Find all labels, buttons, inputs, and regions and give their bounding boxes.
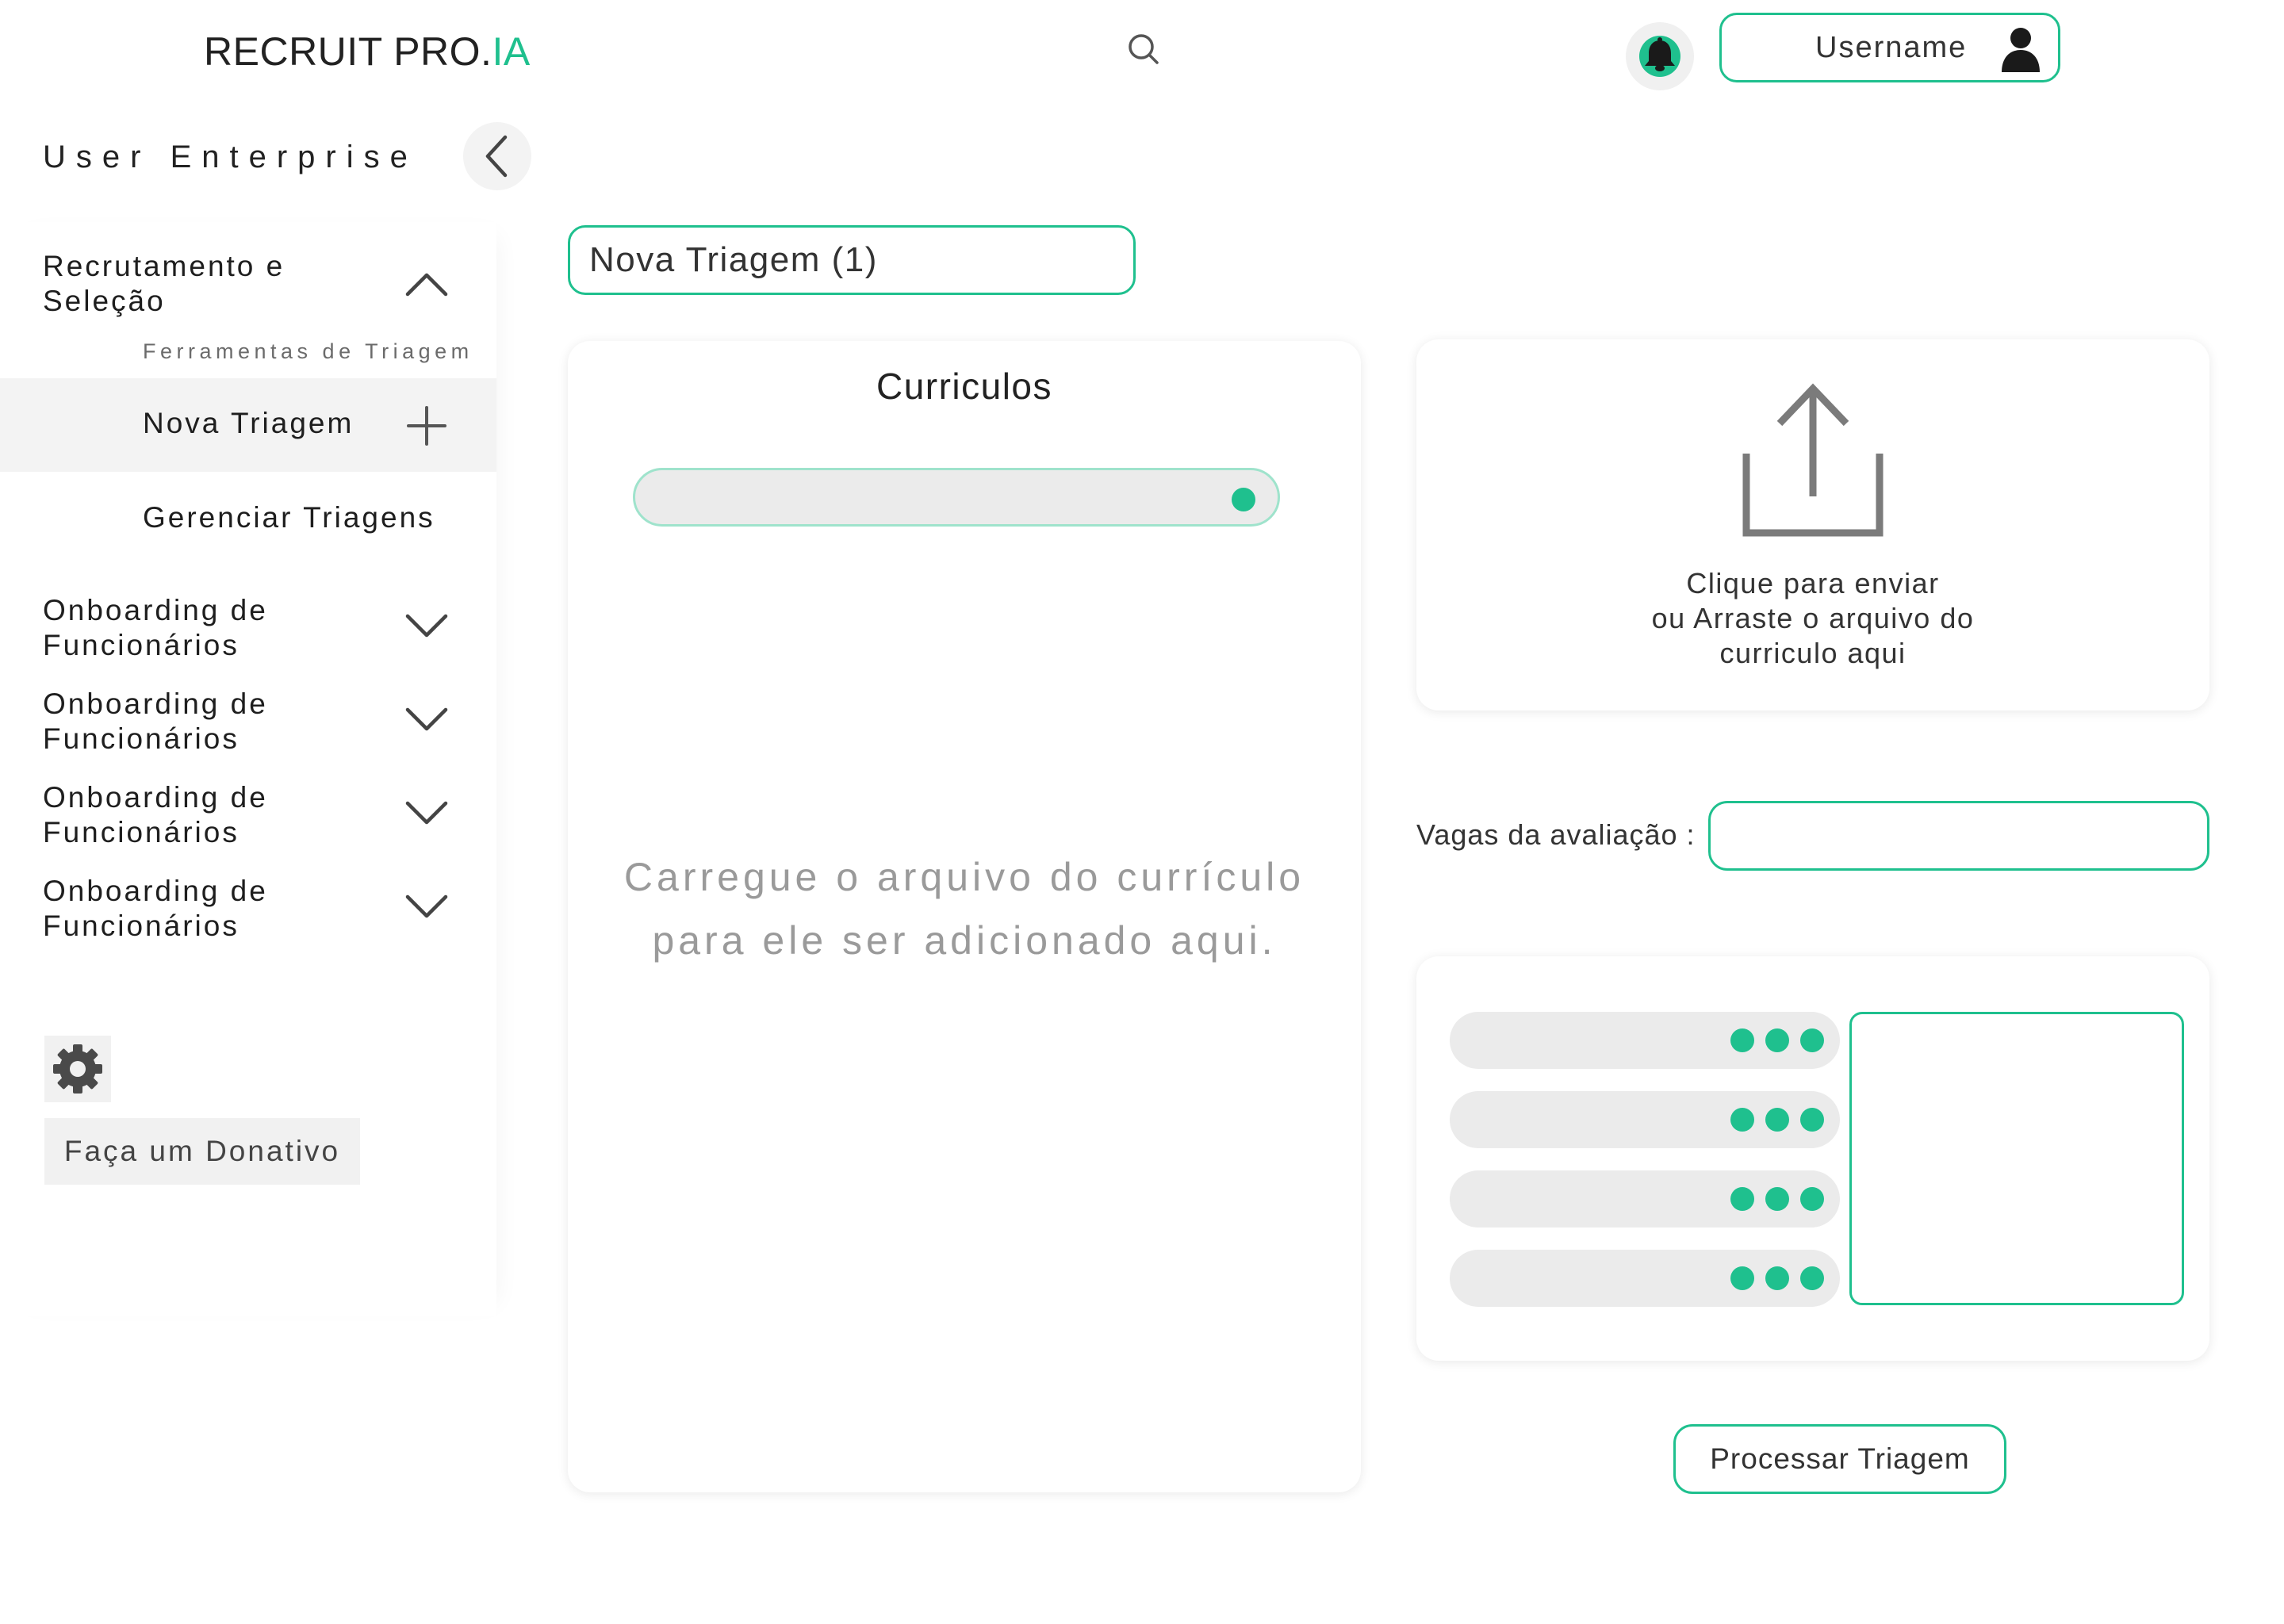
- detail-preview-box: [1849, 1012, 2184, 1305]
- bell-icon: [1639, 36, 1680, 77]
- user-icon: [2002, 28, 2040, 72]
- chevron-left-icon: [485, 135, 508, 178]
- curriculos-empty-text: Carregue o arquivo do currículo para ele…: [568, 845, 1361, 972]
- gear-icon: [53, 1044, 102, 1094]
- status-dot: [1730, 1028, 1754, 1052]
- status-dot: [1800, 1266, 1824, 1290]
- section-expand-toggle[interactable]: [395, 688, 458, 752]
- status-dot: [1765, 1108, 1789, 1132]
- empty-text-line2: para ele ser adicionado aqui.: [652, 918, 1277, 963]
- status-dot: [1730, 1266, 1754, 1290]
- empty-text-line1: Carregue o arquivo do currículo: [623, 855, 1305, 899]
- sidebar-section-recrutamento[interactable]: Recrutamento e Seleção: [43, 249, 285, 319]
- list-item[interactable]: [1450, 1012, 1840, 1069]
- section-title-line2: Funcionários: [43, 816, 240, 848]
- brand-accent: IA: [492, 29, 531, 74]
- chevron-down-icon: [405, 801, 448, 825]
- section-title-line2: Seleção: [43, 285, 166, 317]
- settings-button[interactable]: [44, 1036, 111, 1102]
- sidebar-item-label: Nova Triagem: [143, 407, 354, 439]
- brand-logo: RECRUIT PRO.IA: [204, 29, 531, 75]
- section-title-line2: Funcionários: [43, 910, 240, 942]
- status-dot: [1800, 1187, 1824, 1211]
- section-expand-toggle[interactable]: [395, 782, 458, 845]
- section-title-line1: Onboarding de: [43, 781, 268, 814]
- chevron-up-icon: [405, 273, 448, 297]
- section-expand-toggle[interactable]: [395, 595, 458, 658]
- search-button[interactable]: [1118, 28, 1169, 71]
- vagas-list-panel: [1416, 956, 2209, 1361]
- sidebar-section-onboarding[interactable]: Onboarding de Funcionários: [43, 593, 268, 663]
- curriculo-item[interactable]: [633, 468, 1280, 527]
- status-dot: [1800, 1108, 1824, 1132]
- section-title-line1: Onboarding de: [43, 688, 268, 720]
- upload-dropzone[interactable]: Clique para enviar ou Arraste o arquivo …: [1416, 339, 2209, 710]
- plus-icon: [407, 406, 446, 446]
- brand-name: RECRUIT PRO.: [204, 29, 492, 74]
- sidebar-section-onboarding[interactable]: Onboarding de Funcionários: [43, 780, 268, 850]
- account-name: User Enterprise: [43, 140, 418, 174]
- section-title-line1: Recrutamento e: [43, 250, 286, 282]
- status-dot: [1765, 1028, 1789, 1052]
- donate-button[interactable]: Faça um Donativo: [44, 1118, 360, 1185]
- curriculos-panel: Curriculos Carregue o arquivo do currícu…: [568, 341, 1361, 1492]
- user-menu-button[interactable]: Username: [1719, 13, 2060, 82]
- sidebar-item-gerenciar-triagens[interactable]: Gerenciar Triagens: [143, 501, 435, 534]
- search-icon: [1129, 34, 1159, 64]
- chevron-down-icon: [405, 894, 448, 918]
- status-dot: [1800, 1028, 1824, 1052]
- upload-instructions: Clique para enviar ou Arraste o arquivo …: [1416, 566, 2209, 671]
- section-collapse-toggle[interactable]: [395, 252, 458, 316]
- curriculos-title: Curriculos: [876, 366, 1053, 407]
- collapse-sidebar-button[interactable]: [463, 122, 531, 190]
- upload-text-line2: ou Arraste o arquivo do: [1651, 602, 1975, 634]
- tab-label: Nova Triagem (1): [589, 240, 878, 279]
- vagas-label: Vagas da avaliação :: [1416, 818, 1696, 851]
- section-title-line2: Funcionários: [43, 629, 240, 661]
- status-dot: [1232, 488, 1255, 511]
- vagas-input[interactable]: [1708, 801, 2209, 871]
- section-caption: Ferramentas de Triagem: [143, 339, 473, 363]
- add-triagem-button[interactable]: [397, 396, 457, 456]
- list-item[interactable]: [1450, 1170, 1840, 1228]
- tab-nova-triagem[interactable]: Nova Triagem (1): [568, 225, 1136, 295]
- process-triagem-button[interactable]: Processar Triagem: [1673, 1424, 2006, 1494]
- list-item[interactable]: [1450, 1250, 1840, 1307]
- status-dot: [1730, 1187, 1754, 1211]
- status-dot: [1765, 1187, 1789, 1211]
- upload-text-line3: curriculo aqui: [1719, 637, 1907, 669]
- section-title-line2: Funcionários: [43, 722, 240, 755]
- chevron-down-icon: [405, 707, 448, 731]
- username-label: Username: [1815, 30, 1968, 64]
- notifications-button[interactable]: [1626, 22, 1694, 90]
- section-title-line1: Onboarding de: [43, 875, 268, 907]
- chevron-down-icon: [405, 614, 448, 638]
- section-title-line1: Onboarding de: [43, 594, 268, 626]
- sidebar-section-onboarding[interactable]: Onboarding de Funcionários: [43, 874, 268, 944]
- list-item[interactable]: [1450, 1091, 1840, 1148]
- upload-text-line1: Clique para enviar: [1686, 567, 1940, 599]
- sidebar-section-onboarding[interactable]: Onboarding de Funcionários: [43, 687, 268, 756]
- status-dot: [1765, 1266, 1789, 1290]
- status-dot: [1730, 1108, 1754, 1132]
- upload-icon: [1742, 383, 1884, 537]
- section-expand-toggle[interactable]: [395, 875, 458, 939]
- sidebar-item-nova-triagem[interactable]: Nova Triagem: [0, 378, 496, 472]
